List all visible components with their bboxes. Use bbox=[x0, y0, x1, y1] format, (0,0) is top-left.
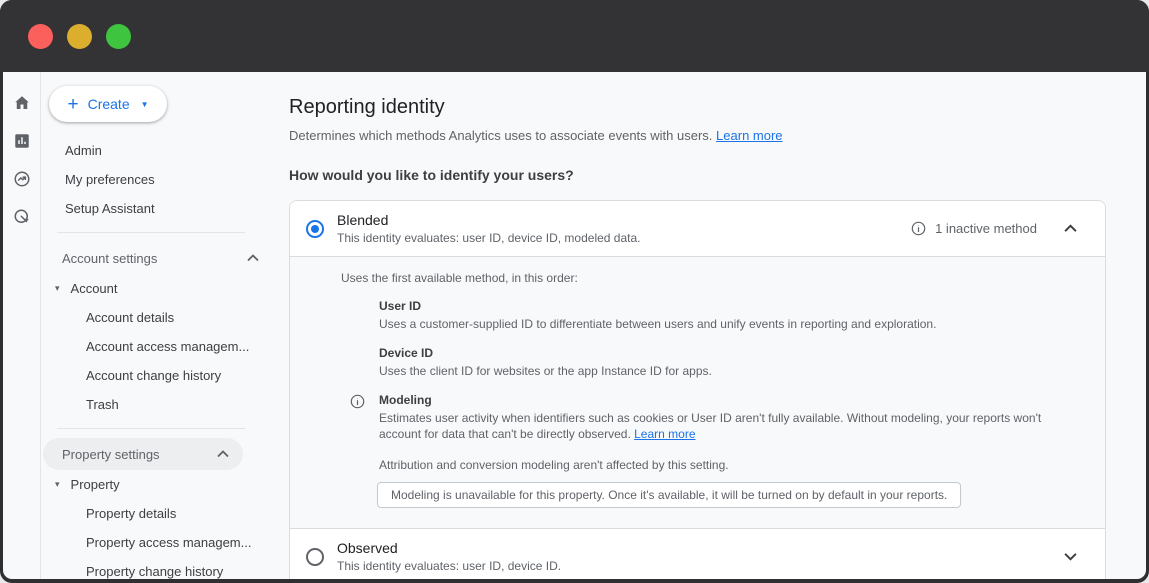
detail-intro: Uses the first available method, in this… bbox=[341, 271, 1081, 285]
analytics-admin-app: + Create ▼ Admin My preferences Setup As… bbox=[3, 72, 1146, 579]
sidebar-item-property-details[interactable]: Property details bbox=[41, 499, 273, 528]
sidebar-group-account[interactable]: ▾ Account bbox=[41, 274, 273, 303]
option-right-controls bbox=[1060, 548, 1081, 565]
chevron-up-icon bbox=[217, 450, 229, 458]
modeling-unavailable-notice: Modeling is unavailable for this propert… bbox=[377, 482, 961, 508]
zoom-window-button[interactable] bbox=[106, 24, 131, 49]
close-window-button[interactable] bbox=[28, 24, 53, 49]
method-description: Uses the client ID for websites or the a… bbox=[379, 363, 1069, 379]
minimize-window-button[interactable] bbox=[67, 24, 92, 49]
attribution-note: Attribution and conversion modeling aren… bbox=[379, 458, 1081, 472]
sidebar-group-property[interactable]: ▾ Property bbox=[41, 470, 273, 499]
page-subtitle-text: Determines which methods Analytics uses … bbox=[289, 128, 712, 143]
sidebar-item-account-details[interactable]: Account details bbox=[41, 303, 273, 332]
method-device-id: Device ID Uses the client ID for website… bbox=[379, 346, 1069, 379]
inactive-method-badge: 1 inactive method bbox=[935, 221, 1037, 236]
identify-users-question: How would you like to identify your user… bbox=[289, 167, 1106, 183]
home-icon[interactable] bbox=[13, 94, 31, 112]
method-modeling: Modeling Estimates user activity when id… bbox=[379, 393, 1069, 442]
learn-more-link[interactable]: Learn more bbox=[716, 128, 782, 143]
sidebar-item-account-change-history[interactable]: Account change history bbox=[41, 361, 273, 390]
method-user-id: User ID Uses a customer-supplied ID to d… bbox=[379, 299, 1069, 332]
option-row-blended[interactable]: Blended This identity evaluates: user ID… bbox=[290, 201, 1105, 256]
browser-window: + Create ▼ Admin My preferences Setup As… bbox=[0, 0, 1149, 583]
page-title: Reporting identity bbox=[289, 96, 1106, 119]
method-title: Device ID bbox=[379, 346, 1069, 360]
option-description: This identity evaluates: user ID, device… bbox=[337, 231, 911, 245]
blended-detail-panel: Uses the first available method, in this… bbox=[290, 256, 1105, 528]
sidebar-divider bbox=[57, 428, 245, 429]
option-row-observed[interactable]: Observed This identity evaluates: user I… bbox=[290, 528, 1105, 579]
page-subtitle: Determines which methods Analytics uses … bbox=[289, 128, 1106, 143]
section-header-account-settings[interactable]: Account settings bbox=[41, 242, 273, 274]
caret-down-icon: ▾ bbox=[55, 283, 60, 294]
reports-icon[interactable] bbox=[13, 132, 31, 150]
reporting-identity-card: Blended This identity evaluates: user ID… bbox=[289, 200, 1106, 579]
chevron-down-icon: ▼ bbox=[141, 100, 149, 109]
radio-blended-selected[interactable] bbox=[306, 220, 324, 238]
sidebar-item-my-preferences[interactable]: My preferences bbox=[41, 165, 273, 194]
create-button-label: Create bbox=[88, 96, 130, 112]
sidebar-nav: Admin My preferences Setup Assistant Acc… bbox=[41, 136, 273, 579]
option-text: Observed This identity evaluates: user I… bbox=[337, 540, 1060, 573]
option-description: This identity evaluates: user ID, device… bbox=[337, 559, 1060, 573]
advertising-icon[interactable] bbox=[13, 208, 31, 226]
admin-sidebar: + Create ▼ Admin My preferences Setup As… bbox=[41, 72, 273, 579]
expand-observed-chevron-down-icon[interactable] bbox=[1060, 548, 1081, 565]
section-header-label: Account settings bbox=[62, 251, 157, 266]
option-text: Blended This identity evaluates: user ID… bbox=[337, 212, 911, 245]
main-content: Reporting identity Determines which meth… bbox=[273, 72, 1146, 579]
method-description: Uses a customer-supplied ID to different… bbox=[379, 316, 1069, 332]
option-right-controls: 1 inactive method bbox=[911, 220, 1081, 237]
method-title: User ID bbox=[379, 299, 1069, 313]
sidebar-item-account-access-management[interactable]: Account access managem... bbox=[41, 332, 273, 361]
option-title-observed: Observed bbox=[337, 540, 1060, 556]
section-header-label: Property settings bbox=[62, 447, 160, 462]
method-title: Modeling bbox=[379, 393, 1069, 407]
nav-rail bbox=[3, 72, 41, 579]
sidebar-group-label: Property bbox=[71, 477, 120, 492]
info-icon[interactable] bbox=[911, 221, 926, 236]
method-description-text: Estimates user activity when identifiers… bbox=[379, 411, 1041, 441]
sidebar-divider bbox=[57, 232, 245, 233]
sidebar-item-setup-assistant[interactable]: Setup Assistant bbox=[41, 194, 273, 223]
method-description: Estimates user activity when identifiers… bbox=[379, 410, 1069, 442]
caret-down-icon: ▾ bbox=[55, 479, 60, 490]
create-button[interactable]: + Create ▼ bbox=[49, 86, 167, 122]
sidebar-item-trash[interactable]: Trash bbox=[41, 390, 273, 419]
info-icon bbox=[350, 394, 365, 414]
section-header-property-settings[interactable]: Property settings bbox=[43, 438, 243, 470]
window-titlebar bbox=[0, 0, 1149, 72]
modeling-learn-more-link[interactable]: Learn more bbox=[634, 427, 695, 441]
sidebar-group-label: Account bbox=[71, 281, 118, 296]
option-title-blended: Blended bbox=[337, 212, 911, 228]
sidebar-item-property-access-management[interactable]: Property access managem... bbox=[41, 528, 273, 557]
radio-observed-unselected[interactable] bbox=[306, 548, 324, 566]
chevron-up-icon bbox=[247, 254, 259, 262]
plus-icon: + bbox=[67, 95, 78, 114]
sidebar-item-property-change-history[interactable]: Property change history bbox=[41, 557, 273, 579]
explore-icon[interactable] bbox=[13, 170, 31, 188]
sidebar-item-admin[interactable]: Admin bbox=[41, 136, 273, 165]
collapse-blended-chevron-up-icon[interactable] bbox=[1060, 220, 1081, 237]
